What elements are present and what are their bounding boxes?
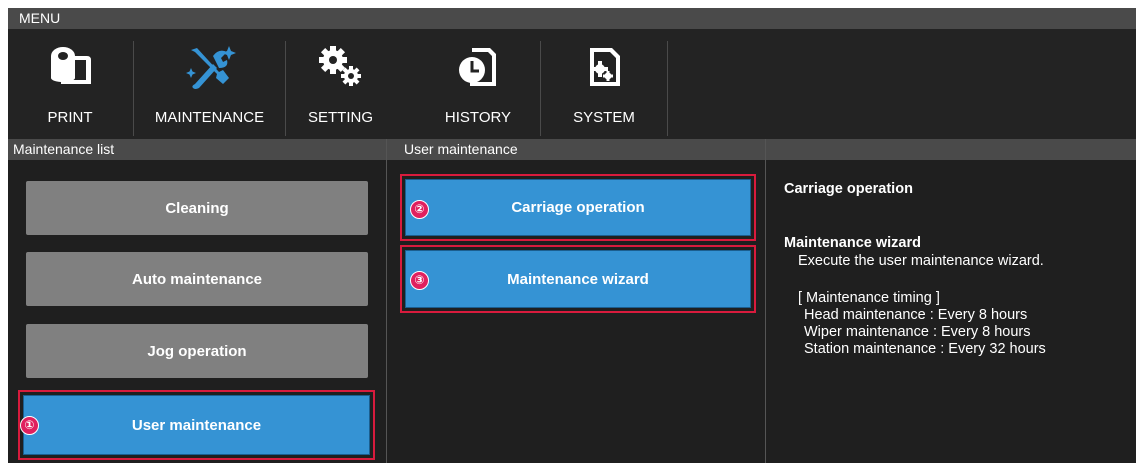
maintenance-timing-header: [ Maintenance timing ]	[798, 290, 940, 306]
maintenance-tools-icon	[180, 39, 240, 95]
cleaning-button[interactable]: Cleaning	[26, 181, 368, 235]
description-subtitle: Maintenance wizard	[784, 235, 921, 251]
maintenance-list-header: Maintenance list	[8, 139, 386, 160]
history-clock-icon	[448, 39, 508, 95]
user-maintenance-header: User maintenance	[387, 139, 765, 160]
description-text: Execute the user maintenance wizard.	[798, 253, 1044, 269]
callout-marker-1: ①	[20, 416, 39, 435]
callout-marker-2: ②	[410, 200, 429, 219]
print-icon	[40, 39, 100, 95]
toolbar-item-print[interactable]: PRINT	[8, 29, 132, 139]
menu-toolbar: PRINT MAINTENANCE SETTING HISTORY SYSTEM	[8, 29, 1136, 139]
menu-title: MENU	[8, 8, 1136, 29]
callout-marker-3: ③	[410, 271, 429, 290]
toolbar-label-setting: SETTING	[307, 109, 373, 126]
toolbar-label-system: SYSTEM	[573, 109, 635, 126]
toolbar-label-history: HISTORY	[444, 109, 512, 126]
maintenance-wizard-button[interactable]: Maintenance wizard	[405, 250, 751, 308]
description-title: Carriage operation	[784, 181, 913, 197]
user-maintenance-button[interactable]: User maintenance	[23, 395, 370, 455]
timing-line: Wiper maintenance : Every 8 hours	[804, 324, 1031, 340]
jog-operation-button[interactable]: Jog operation	[26, 324, 368, 378]
system-document-gear-icon	[574, 39, 634, 95]
toolbar-divider	[667, 41, 668, 136]
toolbar-item-setting[interactable]: SETTING	[286, 29, 395, 139]
toolbar-label-print: PRINT	[47, 109, 93, 126]
description-header	[766, 139, 1136, 160]
toolbar-item-system[interactable]: SYSTEM	[541, 29, 667, 139]
auto-maintenance-button[interactable]: Auto maintenance	[26, 252, 368, 306]
timing-line: Station maintenance : Every 32 hours	[804, 341, 1046, 357]
app-window: MENU PRINT MAINTENANCE SETTING HISTORY S…	[8, 8, 1136, 463]
carriage-operation-button[interactable]: Carriage operation	[405, 179, 751, 236]
timing-line: Head maintenance : Every 8 hours	[804, 307, 1028, 323]
column-divider	[386, 139, 387, 463]
gears-icon	[311, 39, 371, 95]
toolbar-item-maintenance[interactable]: MAINTENANCE	[134, 29, 285, 139]
toolbar-label-maintenance: MAINTENANCE	[154, 109, 265, 126]
toolbar-item-history[interactable]: HISTORY	[423, 29, 533, 139]
column-divider	[765, 139, 766, 463]
